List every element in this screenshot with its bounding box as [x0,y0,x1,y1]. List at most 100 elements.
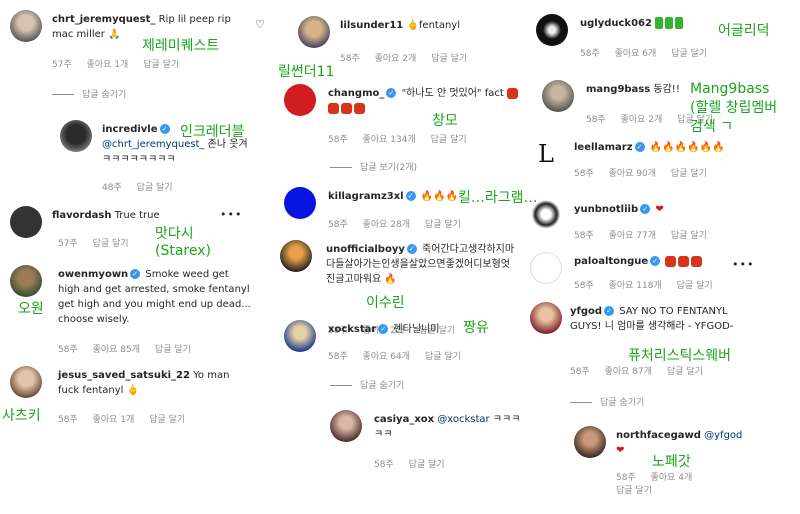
like-count[interactable]: 좋아요 118개 [609,281,662,291]
reply-button[interactable]: 답글 달기 [93,239,129,249]
reply-button[interactable]: 답글 달기 [425,220,461,230]
comment-text: 🔥🔥🔥 [420,191,459,202]
avatar[interactable] [530,200,562,232]
username[interactable]: flavordash [52,210,111,221]
like-count[interactable]: 좋아요 87개 [605,367,652,377]
avatar[interactable] [298,16,330,48]
reply-button[interactable]: 답글 달기 [155,345,191,355]
annotation: 킬…라그램… [458,190,538,206]
like-count[interactable]: 좋아요 1개 [87,60,129,70]
avatar[interactable] [574,426,606,458]
comment-meta: 58주 좋아요 28개 답글 달기 [328,217,473,230]
username[interactable]: xockstar [328,324,376,335]
like-count[interactable]: 좋아요 4개 [651,473,693,483]
avatar[interactable] [60,120,92,152]
avatar[interactable] [10,265,42,297]
angry-face-icon [665,255,704,267]
verified-icon: ✓ [406,244,417,254]
like-count[interactable]: 좋아요 134개 [363,135,416,145]
annotation: 노페갓 [652,454,691,470]
username[interactable]: incredivle [102,124,158,135]
comment-meta: 58주 답글 달기 [374,457,457,470]
avatar[interactable] [530,302,562,334]
reply-button[interactable]: 답글 달기 [671,169,707,179]
reply-button[interactable]: 답글 달기 [431,135,467,145]
like-count[interactable]: 좋아요 2개 [375,54,417,64]
reply-button[interactable]: 답글 달기 [667,367,703,377]
username[interactable]: jesus_saved_satsuki_22 [58,370,190,381]
like-count[interactable]: 좋아요 90개 [609,169,656,179]
username[interactable]: owenmyown [58,269,128,280]
comment-column-middle: lilsunder11 🖕fentanyl 58주 좋아요 2개 답글 달기 릴… [272,0,538,514]
avatar[interactable]: L [530,138,562,170]
like-count[interactable]: 좋아요 77개 [609,231,656,241]
comment-body: leellamarz ✓ 🔥🔥🔥🔥🔥🔥 [574,140,784,155]
username[interactable]: leellamarz [574,142,633,153]
username[interactable]: uglyduck062 [580,18,652,29]
username[interactable]: changmo_ [328,88,384,99]
comment-meta: 48주 답글 달기 [102,180,185,193]
reply-button[interactable]: 답글 달기 [616,486,652,496]
username[interactable]: yunbnotliib [574,204,638,215]
annotation: 어글리덕 [718,23,770,39]
comment-body: casiya_xox @xockstar ㅋㅋㅋㅋㅋ [374,412,524,442]
reply-button[interactable]: 답글 달기 [143,60,179,70]
verified-icon: ✓ [130,269,141,279]
reply-button[interactable]: 답글 달기 [425,352,461,362]
mention-link[interactable]: @xockstar [437,414,489,425]
username[interactable]: northfacegawd [616,430,701,441]
username[interactable]: paloaltongue [574,256,648,267]
comment-body: northfacegawd @yfgod ❤ [616,428,786,458]
reply-button[interactable]: 답글 달기 [137,183,173,193]
like-count[interactable]: 좋아요 6개 [615,49,657,59]
mention-link[interactable]: @yfgod [704,430,742,441]
like-count[interactable]: 좋아요 1개 [93,415,135,425]
avatar[interactable] [530,252,562,284]
reply-button[interactable]: 답글 달기 [671,49,707,59]
timestamp: 58주 [340,54,360,64]
username[interactable]: unofficialboyy [326,244,405,255]
comment-meta: 57주 답글 달기 [58,236,141,249]
hide-replies-toggle[interactable]: 답글 숨기기 [330,378,404,391]
username[interactable]: mang9bass [586,84,650,95]
comment-meta: 58주 좋아요 134개 답글 달기 [328,132,479,145]
reply-button[interactable]: 답글 달기 [149,415,185,425]
avatar[interactable] [542,80,574,112]
timestamp: 58주 [586,115,606,125]
comment-meta: 58주 좋아요 1개 답글 달기 [58,412,197,425]
like-count[interactable]: 좋아요 85개 [93,345,140,355]
avatar[interactable] [10,206,42,238]
like-count[interactable]: 좋아요 64개 [363,352,410,362]
like-count[interactable]: 좋아요 2개 [621,115,663,125]
username[interactable]: chrt_jeremyquest_ [52,14,155,25]
like-heart-icon[interactable]: ♡ [255,18,265,31]
annotation: 맛다시 (Starex) [155,226,211,259]
username[interactable]: killagramz3xl [328,191,404,202]
like-count[interactable]: 좋아요 28개 [363,220,410,230]
reply-button[interactable]: 답글 달기 [409,460,445,470]
more-options-icon[interactable]: ••• [732,258,754,271]
reply-button[interactable]: 답글 달기 [671,231,707,241]
comment-body: flavordash True true [52,208,232,223]
username[interactable]: yfgod [570,306,602,317]
avatar[interactable] [10,366,42,398]
more-options-icon[interactable]: ••• [220,208,242,221]
comment-text: "하나도 안 멋있어" fact [401,88,504,99]
username[interactable]: lilsunder11 [340,20,403,31]
avatar[interactable] [284,84,316,116]
avatar[interactable] [280,240,312,272]
hide-replies-toggle[interactable]: 답글 숨기기 [570,395,644,408]
reply-button[interactable]: 답글 달기 [431,54,467,64]
hide-replies-toggle[interactable]: 답글 숨기기 [52,87,126,100]
reply-button[interactable]: 답글 달기 [677,281,713,291]
avatar[interactable] [330,410,362,442]
timestamp: 58주 [328,352,348,362]
show-replies-toggle[interactable]: 답글 보기(2개) [330,160,417,173]
avatar[interactable] [284,320,316,352]
avatar[interactable] [10,10,42,42]
username[interactable]: casiya_xox [374,414,434,425]
comment-body: yfgod ✓ SAY NO TO FENTANYL GUYS! 니 엄마를 생각… [570,304,750,334]
avatar[interactable] [536,14,568,46]
timestamp: 57주 [58,239,78,249]
avatar[interactable] [284,187,316,219]
